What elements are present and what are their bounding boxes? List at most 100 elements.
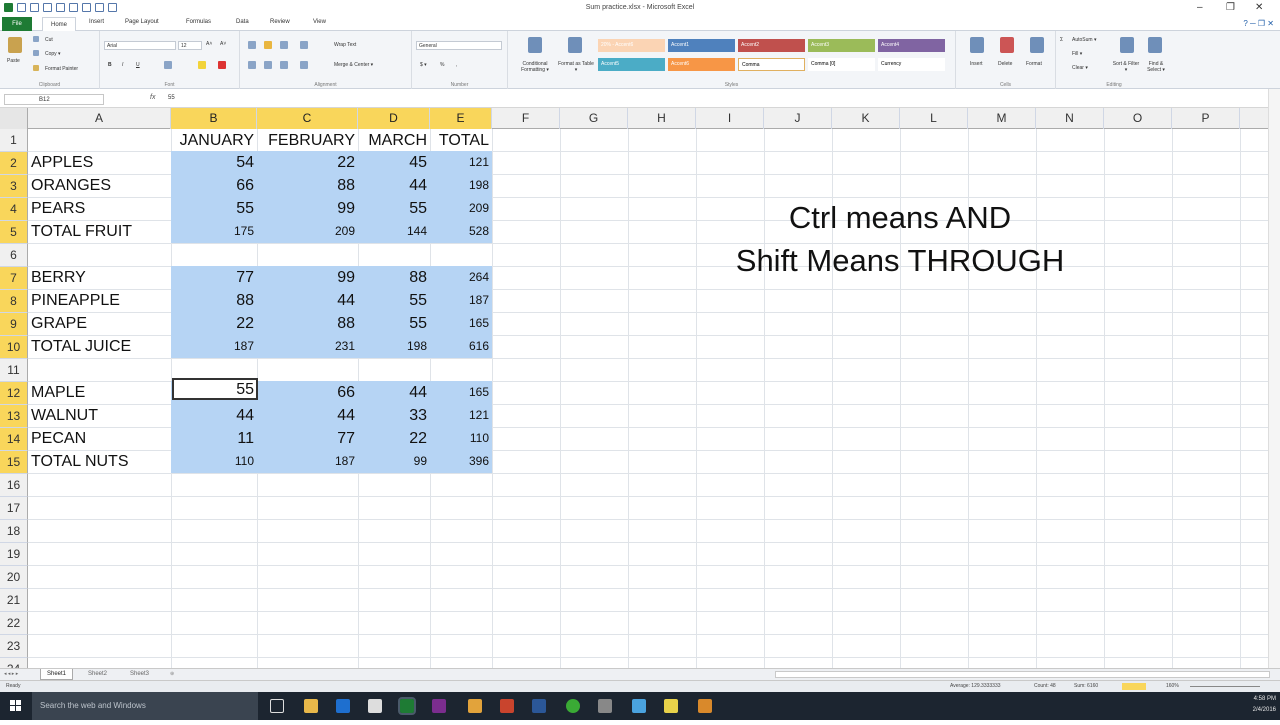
format-as-table-icon[interactable] bbox=[568, 37, 582, 53]
column-header-j[interactable]: J bbox=[764, 108, 832, 129]
tab-page-layout[interactable]: Page Layout bbox=[125, 19, 159, 25]
formula-input[interactable]: 55 bbox=[168, 95, 175, 101]
format-painter-icon[interactable] bbox=[33, 65, 39, 71]
style-accent5[interactable]: Accent5 bbox=[598, 58, 665, 71]
borders-icon[interactable] bbox=[164, 61, 172, 69]
column-header-f[interactable]: F bbox=[492, 108, 560, 129]
insert-sheet-icon[interactable]: ⊕ bbox=[170, 671, 174, 677]
horizontal-scrollbar[interactable] bbox=[775, 671, 1270, 678]
cell-b12[interactable]: 55 bbox=[171, 378, 257, 401]
app4-icon[interactable] bbox=[664, 699, 678, 713]
row-header-2[interactable]: 2 bbox=[0, 152, 28, 175]
cell-a2[interactable]: APPLES bbox=[31, 151, 171, 174]
row-header-1[interactable]: 1 bbox=[0, 129, 28, 152]
cell-e3[interactable]: 198 bbox=[430, 174, 492, 197]
underline-button[interactable]: U bbox=[136, 62, 140, 68]
insert-function-button[interactable]: fx bbox=[150, 94, 155, 101]
view-buttons[interactable] bbox=[1122, 683, 1146, 690]
cell-c7[interactable]: 99 bbox=[257, 266, 358, 289]
cell-e8[interactable]: 187 bbox=[430, 289, 492, 312]
cell-e12[interactable]: 165 bbox=[430, 381, 492, 404]
cell-c13[interactable]: 44 bbox=[257, 404, 358, 427]
edge-icon[interactable] bbox=[336, 699, 350, 713]
cell-b9[interactable]: 22 bbox=[171, 312, 257, 335]
cell-b13[interactable]: 44 bbox=[171, 404, 257, 427]
find-select-button[interactable]: Find & Select ▾ bbox=[1142, 61, 1170, 73]
style-comma[interactable]: Comma bbox=[738, 58, 805, 71]
tab-insert[interactable]: Insert bbox=[89, 19, 104, 25]
spreadsheet-grid[interactable]: A B C D E F G H I J K L M N O P 1 2 3 4 … bbox=[0, 108, 1280, 668]
cell-b8[interactable]: 88 bbox=[171, 289, 257, 312]
align-center-icon[interactable] bbox=[264, 61, 272, 69]
name-box[interactable]: B12 bbox=[4, 94, 104, 105]
cell-d8[interactable]: 55 bbox=[358, 289, 430, 312]
paste-button[interactable]: Paste bbox=[7, 58, 20, 64]
cut-button[interactable]: Cut bbox=[45, 37, 53, 43]
grow-font-icon[interactable]: A˄ bbox=[206, 41, 212, 47]
cell-b15[interactable]: 110 bbox=[171, 450, 257, 473]
currency-button[interactable]: $ ▾ bbox=[420, 62, 427, 68]
cell-c3[interactable]: 88 bbox=[257, 174, 358, 197]
cell-c10[interactable]: 231 bbox=[257, 335, 358, 358]
app2-icon[interactable] bbox=[598, 699, 612, 713]
column-header-d[interactable]: D bbox=[358, 108, 430, 129]
find-select-icon[interactable] bbox=[1148, 37, 1162, 53]
cell-b10[interactable]: 187 bbox=[171, 335, 257, 358]
store-icon[interactable] bbox=[368, 699, 382, 713]
sort-filter-icon[interactable] bbox=[1120, 37, 1134, 53]
taskbar-search[interactable]: Search the web and Windows bbox=[32, 692, 258, 720]
row-header-7[interactable]: 7 bbox=[0, 267, 28, 290]
chrome-icon[interactable] bbox=[566, 699, 580, 713]
file-explorer-icon[interactable] bbox=[304, 699, 318, 713]
cell-d3[interactable]: 44 bbox=[358, 174, 430, 197]
cell-d12[interactable]: 44 bbox=[358, 381, 430, 404]
copy-button[interactable]: Copy ▾ bbox=[45, 51, 61, 57]
fill-button[interactable]: Fill ▾ bbox=[1072, 51, 1082, 57]
maximize-button[interactable]: ❐ bbox=[1226, 2, 1235, 13]
row-header-8[interactable]: 8 bbox=[0, 290, 28, 313]
row-header-9[interactable]: 9 bbox=[0, 313, 28, 336]
row-header-17[interactable]: 17 bbox=[0, 497, 28, 520]
cell-a9[interactable]: GRAPE bbox=[31, 312, 171, 335]
conditional-formatting-button[interactable]: Conditional Formatting ▾ bbox=[512, 61, 558, 73]
column-header-l[interactable]: L bbox=[900, 108, 968, 129]
row-header-24[interactable]: 24 bbox=[0, 658, 28, 668]
cell-d2[interactable]: 45 bbox=[358, 151, 430, 174]
cell-a13[interactable]: WALNUT bbox=[31, 404, 171, 427]
row-header-4[interactable]: 4 bbox=[0, 198, 28, 221]
cell-c15[interactable]: 187 bbox=[257, 450, 358, 473]
indent-icon[interactable] bbox=[300, 61, 308, 69]
column-header-n[interactable]: N bbox=[1036, 108, 1104, 129]
merge-center-button[interactable]: Merge & Center ▾ bbox=[334, 62, 373, 68]
clock-date[interactable]: 2/4/2016 bbox=[1253, 705, 1276, 716]
column-header-a[interactable]: A bbox=[28, 108, 171, 129]
cell-d7[interactable]: 88 bbox=[358, 266, 430, 289]
sheet-tab-1[interactable]: Sheet1 bbox=[40, 669, 74, 680]
excel-taskbar-icon[interactable] bbox=[398, 697, 416, 715]
align-left-icon[interactable] bbox=[248, 61, 256, 69]
select-all-button[interactable] bbox=[0, 108, 28, 129]
column-header-i[interactable]: I bbox=[696, 108, 764, 129]
style-accent4[interactable]: Accent4 bbox=[878, 39, 945, 52]
number-format-select[interactable]: General bbox=[416, 41, 502, 50]
copy-icon[interactable] bbox=[33, 50, 39, 56]
cell-a15[interactable]: TOTAL NUTS bbox=[31, 450, 171, 473]
style-accent3[interactable]: Accent3 bbox=[808, 39, 875, 52]
tab-review[interactable]: Review bbox=[270, 19, 290, 25]
cell-e5[interactable]: 528 bbox=[430, 220, 492, 243]
style-20-accent6[interactable]: 20% - Accent6 bbox=[598, 39, 665, 52]
font-size-select[interactable]: 12 bbox=[178, 41, 202, 50]
conditional-formatting-icon[interactable] bbox=[528, 37, 542, 53]
row-header-3[interactable]: 3 bbox=[0, 175, 28, 198]
column-header-p[interactable]: P bbox=[1172, 108, 1240, 129]
start-button[interactable] bbox=[0, 692, 32, 720]
cell-e14[interactable]: 110 bbox=[430, 427, 492, 450]
comma-button[interactable]: , bbox=[456, 62, 457, 68]
cell-d14[interactable]: 22 bbox=[358, 427, 430, 450]
format-painter-button[interactable]: Format Painter bbox=[45, 66, 78, 72]
cell-a4[interactable]: PEARS bbox=[31, 197, 171, 220]
cell-a8[interactable]: PINEAPPLE bbox=[31, 289, 171, 312]
italic-button[interactable]: I bbox=[122, 62, 123, 68]
tab-view[interactable]: View bbox=[313, 19, 326, 25]
row-header-11[interactable]: 11 bbox=[0, 359, 28, 382]
